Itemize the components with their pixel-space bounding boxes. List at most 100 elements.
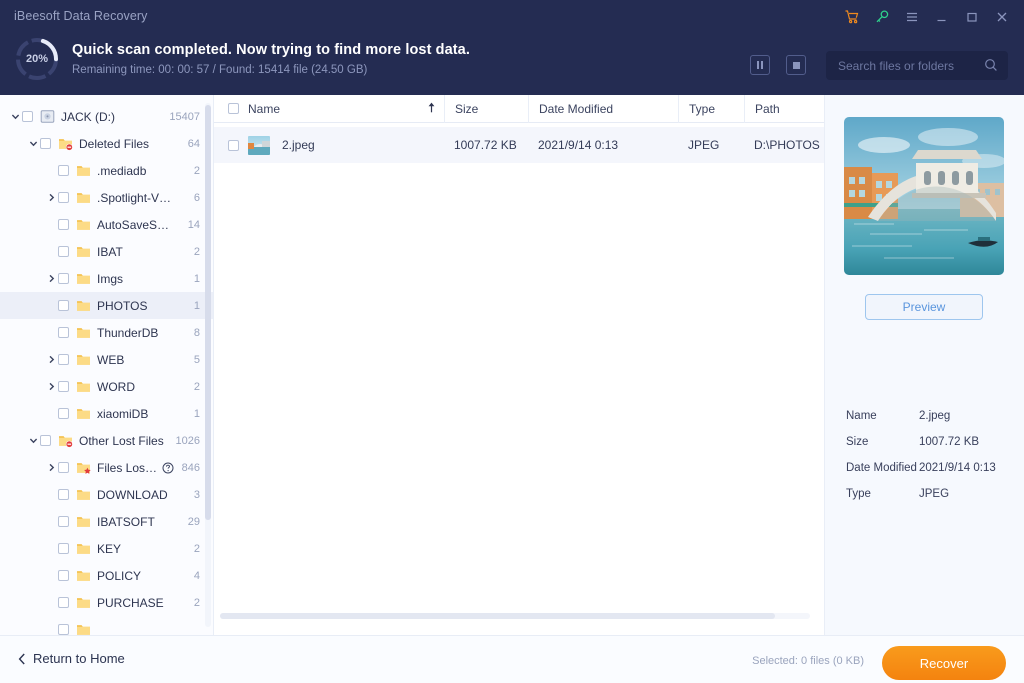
folder-star-icon [76, 460, 91, 475]
drive-icon [40, 109, 55, 124]
tree-node-other-lost-files[interactable]: Other Lost Files 1026 [0, 427, 213, 454]
tree-node-count: 2 [193, 542, 200, 555]
minimize-icon[interactable] [928, 4, 956, 30]
tree-caret-placeholder [44, 319, 58, 346]
tree-node-checkbox[interactable] [22, 111, 33, 122]
detail-value: 2021/9/14 0:13 [919, 462, 996, 474]
detail-row: Size 1007.72 KB [846, 436, 1021, 448]
detail-row: Name 2.jpeg [846, 410, 1021, 422]
chevron-right-icon[interactable] [44, 184, 58, 211]
return-to-home-button[interactable]: Return to Home [18, 651, 125, 666]
tree-node-checkbox[interactable] [58, 273, 69, 284]
tree-node-label: IBATSOFT [97, 514, 155, 529]
tree-caret-placeholder [44, 535, 58, 562]
tree-node-count: 14 [187, 218, 200, 231]
maximize-icon[interactable] [958, 4, 986, 30]
tree-node-checkbox[interactable] [58, 570, 69, 581]
key-icon[interactable] [868, 4, 896, 30]
search-input[interactable] [838, 51, 978, 80]
tree-node-checkbox[interactable] [58, 246, 69, 257]
column-header-size[interactable]: Size [444, 94, 528, 123]
tree-node-checkbox[interactable] [58, 543, 69, 554]
scan-text: Quick scan completed. Now trying to find… [72, 41, 470, 78]
recover-button[interactable]: Recover [882, 646, 1006, 680]
tree-node-jack-d[interactable]: JACK (D:) 15407 [0, 103, 213, 130]
help-question-icon[interactable] [162, 462, 174, 474]
tree-node-thunderdb[interactable]: ThunderDB 8 [0, 319, 213, 346]
tree-node-checkbox[interactable] [58, 462, 69, 473]
tree-node-checkbox[interactable] [58, 624, 69, 635]
sidebar-scrollbar-thumb[interactable] [205, 105, 211, 520]
tree-node-checkbox[interactable] [58, 597, 69, 608]
chevron-down-icon[interactable] [26, 130, 40, 157]
tree-node-count: 1026 [175, 434, 200, 447]
column-header-path[interactable]: Path [744, 94, 824, 123]
column-header-date[interactable]: Date Modified [528, 94, 678, 123]
tree-node-key[interactable]: KEY 2 [0, 535, 213, 562]
chevron-right-icon[interactable] [44, 346, 58, 373]
chevron-right-icon[interactable] [44, 373, 58, 400]
pause-scan-button[interactable] [750, 55, 770, 75]
detail-value: 2.jpeg [919, 410, 951, 422]
tree-node-checkbox[interactable] [58, 192, 69, 203]
tree-node-checkbox[interactable] [58, 489, 69, 500]
tree-node-web[interactable]: WEB 5 [0, 346, 213, 373]
tree-node-checkbox[interactable] [40, 138, 51, 149]
chevron-right-icon[interactable] [44, 265, 58, 292]
tree-node-checkbox[interactable] [58, 408, 69, 419]
menu-icon[interactable] [898, 4, 926, 30]
tree-node-deleted-files[interactable]: Deleted Files 64 [0, 130, 213, 157]
sort-ascending-icon[interactable] [427, 102, 436, 116]
tree-node-checkbox[interactable] [40, 435, 51, 446]
tree-node-checkbox[interactable] [58, 381, 69, 392]
tree-node-label: POLICY [97, 568, 142, 583]
column-header-type[interactable]: Type [678, 94, 744, 123]
chevron-down-icon[interactable] [8, 103, 22, 130]
tree-node[interactable] [0, 616, 213, 635]
table-row[interactable]: 2.jpeg 1007.72 KB 2021/9/14 0:13 JPEG D:… [214, 127, 824, 163]
preview-button[interactable]: Preview [865, 294, 983, 320]
folder-tree-sidebar: JACK (D:) 15407 Deleted Files 64 .mediadb 2 .S… [0, 95, 214, 635]
app-title: iBeesoft Data Recovery [14, 9, 148, 23]
cart-icon[interactable] [838, 4, 866, 30]
chevron-down-icon[interactable] [26, 427, 40, 454]
tree-node-files-lost-origin[interactable]: Files Lost Origin... 846 [0, 454, 213, 481]
tree-node-count: 4 [193, 569, 200, 582]
tree-node-autosavescan[interactable]: AutoSaveScan 14 [0, 211, 213, 238]
column-label-date: Date Modified [539, 101, 614, 116]
tree-node-imgs[interactable]: Imgs 1 [0, 265, 213, 292]
select-all-checkbox[interactable] [228, 103, 239, 114]
tree-node-label: Other Lost Files [79, 433, 164, 448]
tree-node-checkbox[interactable] [58, 354, 69, 365]
column-header-name[interactable]: Name [214, 95, 444, 123]
pause-icon [757, 61, 763, 69]
tree-node-word[interactable]: WORD 2 [0, 373, 213, 400]
search-box[interactable] [826, 51, 1008, 80]
tree-node-download[interactable]: DOWNLOAD 3 [0, 481, 213, 508]
file-list-hscrollbar-thumb[interactable] [220, 613, 775, 619]
stop-scan-button[interactable] [786, 55, 806, 75]
chevron-left-icon [18, 653, 26, 665]
tree-node-ibatsoft[interactable]: IBATSOFT 29 [0, 508, 213, 535]
row-checkbox[interactable] [228, 139, 239, 151]
tree-node-photos[interactable]: PHOTOS 1 [0, 292, 213, 319]
tree-node-policy[interactable]: POLICY 4 [0, 562, 213, 589]
detail-value: JPEG [919, 488, 950, 500]
folder-icon [76, 406, 91, 421]
tree-caret-placeholder [44, 589, 58, 616]
tree-node-mediadb[interactable]: .mediadb 2 [0, 157, 213, 184]
tree-node-checkbox[interactable] [58, 516, 69, 527]
tree-node-checkbox[interactable] [58, 219, 69, 230]
tree-node-checkbox[interactable] [58, 327, 69, 338]
tree-node-checkbox[interactable] [58, 165, 69, 176]
tree-node-spotlight-v100[interactable]: .Spotlight-V100 6 [0, 184, 213, 211]
search-icon[interactable] [984, 58, 998, 77]
tree-node-purchase[interactable]: PURCHASE 2 [0, 589, 213, 616]
close-icon[interactable] [988, 4, 1016, 30]
tree-node-checkbox[interactable] [58, 300, 69, 311]
tree-node-xiaomidb[interactable]: xiaomiDB 1 [0, 400, 213, 427]
chevron-right-icon[interactable] [44, 454, 58, 481]
window-controls [838, 4, 1016, 30]
tree-caret-placeholder [44, 616, 58, 635]
tree-node-ibat[interactable]: IBAT 2 [0, 238, 213, 265]
